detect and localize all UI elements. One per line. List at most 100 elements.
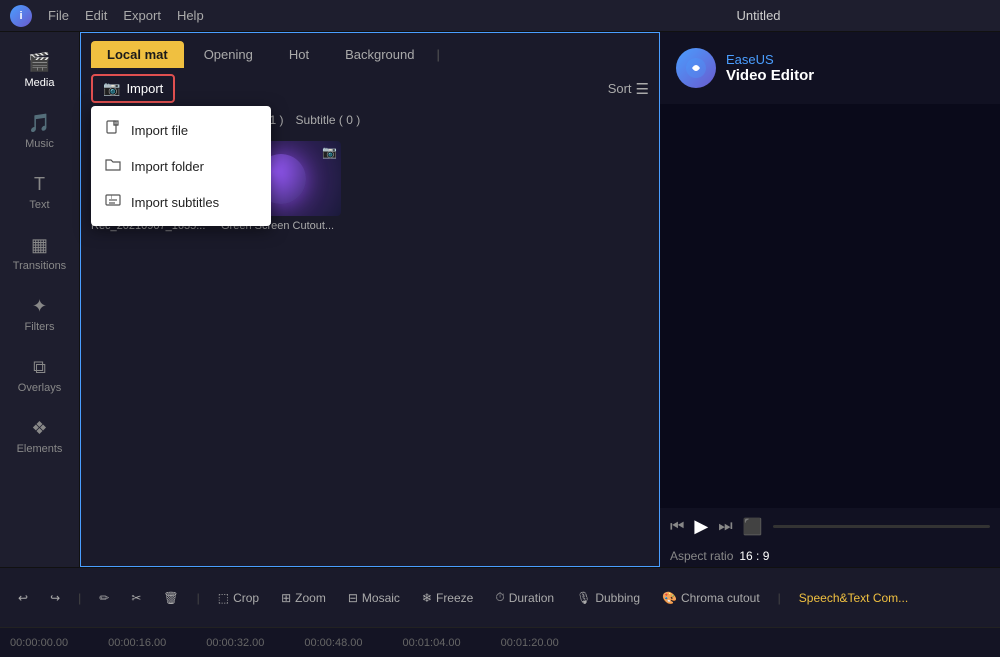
step-back-button[interactable]: ⏮ (670, 518, 684, 536)
dropdown-import-file[interactable]: Import file (91, 112, 271, 148)
sidebar-item-text[interactable]: T Text (0, 164, 80, 221)
filter-subtitle[interactable]: Subtitle ( 0 ) (296, 113, 361, 127)
content-area: Local mat Opening Hot Background | 📷 Imp… (80, 32, 660, 567)
freeze-icon: ❄ (422, 591, 432, 605)
cut-button[interactable]: ✂ (123, 587, 149, 609)
step-forward-button[interactable]: ⏭ (718, 518, 732, 536)
sidebar-item-transitions[interactable]: ▦ Transitions (0, 225, 80, 282)
chroma-icon: 🎨 (662, 591, 677, 605)
bottom-toolbar: ↩ ↪ | ✏ ✂ 🗑 | ⬚ Crop ⊞ Zoom ⊟ Mosaic ❄ F… (0, 567, 1000, 627)
import-subtitles-label: Import subtitles (131, 195, 219, 210)
sidebar-item-elements[interactable]: ❖ Elements (0, 408, 80, 465)
dubbing-label: Dubbing (595, 591, 640, 605)
tab-opening[interactable]: Opening (188, 41, 269, 68)
chroma-label: Chroma cutout (681, 591, 760, 605)
duration-label: Duration (509, 591, 554, 605)
progress-bar[interactable] (773, 525, 990, 528)
menu-file[interactable]: File (48, 8, 69, 23)
sidebar-item-filters[interactable]: ✦ Filters (0, 286, 80, 343)
duration-button[interactable]: ⏱ Duration (487, 586, 562, 609)
music-icon: 🎵 (28, 113, 50, 134)
main-layout: 🎬 Media 🎵 Music T Text ▦ Transitions ✦ F… (0, 32, 1000, 567)
import-dropdown: Import file Import folder (91, 106, 271, 226)
tab-divider: | (436, 47, 439, 62)
crop-button[interactable]: ⬚ Crop (210, 587, 267, 609)
crop-icon: ⬚ (218, 591, 229, 605)
preview-panel: EaseUS Video Editor ⏮ ▶ ⏭ ⬛ Aspect ratio… (660, 32, 1000, 567)
menu-export[interactable]: Export (123, 8, 161, 23)
media-icon: 🎬 (28, 52, 50, 73)
speech-text-button[interactable]: Speech&Text Com... (791, 587, 916, 609)
pen-icon: ✏ (99, 591, 109, 605)
speech-text-label: Speech&Text Com... (799, 591, 908, 605)
import-folder-label: Import folder (131, 159, 204, 174)
sidebar-label-text: Text (29, 199, 49, 211)
import-bar: 📷 Import Sort ☰ Import file (81, 68, 659, 109)
sort-list-icon: ☰ (636, 80, 649, 98)
separator-2: | (197, 591, 200, 605)
undo-icon: ↩ (18, 591, 28, 605)
sidebar-item-media[interactable]: 🎬 Media (0, 42, 80, 99)
dropdown-import-subtitles[interactable]: T Import subtitles (91, 184, 271, 220)
window-title: Untitled (527, 8, 990, 23)
tab-hot[interactable]: Hot (273, 41, 325, 68)
separator-3: | (778, 591, 781, 605)
freeze-label: Freeze (436, 591, 473, 605)
tab-local-mat[interactable]: Local mat (91, 41, 184, 68)
play-button[interactable]: ▶ (694, 516, 708, 537)
sort-button[interactable]: Sort ☰ (608, 80, 649, 98)
tab-background[interactable]: Background (329, 41, 430, 68)
cut-icon: ✂ (131, 591, 141, 605)
filters-icon: ✦ (32, 296, 47, 317)
duration-icon: ⏱ (495, 590, 504, 605)
zoom-icon: ⊞ (281, 591, 291, 605)
stop-button[interactable]: ⬛ (743, 517, 763, 537)
timeline-mark-3: 00:00:48.00 (304, 637, 362, 649)
sort-label: Sort (608, 81, 632, 96)
sidebar-item-music[interactable]: 🎵 Music (0, 103, 80, 160)
timeline: 00:00:00.00 00:00:16.00 00:00:32.00 00:0… (0, 627, 1000, 657)
delete-icon: 🗑 (163, 591, 178, 605)
separator-1: | (78, 591, 81, 605)
menu-help[interactable]: Help (177, 8, 204, 23)
aspect-ratio-label: Aspect ratio (670, 549, 733, 563)
menu-bar: File Edit Export Help (48, 8, 511, 23)
pen-button[interactable]: ✏ (91, 587, 117, 609)
redo-button[interactable]: ↪ (42, 587, 68, 609)
subtitle-icon: T (105, 192, 121, 212)
sidebar: 🎬 Media 🎵 Music T Text ▦ Transitions ✦ F… (0, 32, 80, 567)
dubbing-button[interactable]: 🎙 Dubbing (568, 587, 648, 609)
app-logo: i (10, 5, 32, 27)
preview-screen (660, 104, 1000, 508)
import-label: Import (126, 81, 163, 96)
freeze-button[interactable]: ❄ Freeze (414, 587, 481, 609)
menu-edit[interactable]: Edit (85, 8, 107, 23)
dubbing-icon: 🎙 (576, 591, 591, 605)
preview-logo: EaseUS Video Editor (660, 32, 830, 104)
brand-name: EaseUS (726, 52, 814, 67)
import-button[interactable]: 📷 Import (91, 74, 175, 103)
redo-icon: ↪ (50, 591, 60, 605)
chroma-cutout-button[interactable]: 🎨 Chroma cutout (654, 587, 768, 609)
timeline-mark-0: 00:00:00.00 (10, 637, 68, 649)
timeline-mark-2: 00:00:32.00 (206, 637, 264, 649)
mosaic-label: Mosaic (362, 591, 400, 605)
delete-button[interactable]: 🗑 (155, 587, 186, 609)
sidebar-label-elements: Elements (17, 443, 63, 455)
sidebar-item-overlays[interactable]: ⧉ Overlays (0, 347, 80, 404)
timeline-mark-1: 00:00:16.00 (108, 637, 166, 649)
player-controls: ⏮ ▶ ⏭ ⬛ (660, 508, 1000, 545)
titlebar: i File Edit Export Help Untitled (0, 0, 1000, 32)
svg-text:T: T (110, 195, 113, 201)
timeline-mark-4: 00:01:04.00 (403, 637, 461, 649)
zoom-label: Zoom (295, 591, 326, 605)
overlays-icon: ⧉ (33, 357, 46, 378)
sidebar-label-filters: Filters (25, 321, 55, 333)
zoom-button[interactable]: ⊞ Zoom (273, 587, 334, 609)
camera-badge-icon: 📷 (322, 145, 337, 159)
sidebar-label-media: Media (25, 77, 55, 89)
undo-button[interactable]: ↩ (10, 587, 36, 609)
mosaic-button[interactable]: ⊟ Mosaic (340, 587, 408, 609)
dropdown-import-folder[interactable]: Import folder (91, 148, 271, 184)
sidebar-label-transitions: Transitions (13, 260, 66, 272)
